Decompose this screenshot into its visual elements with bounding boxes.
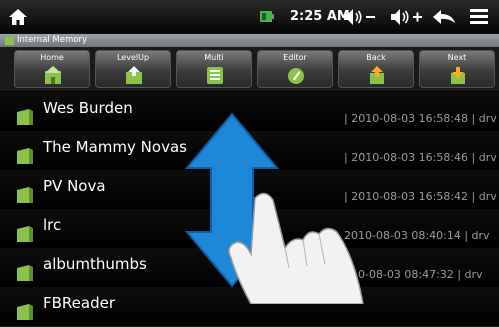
back-arrow-icon[interactable]	[432, 9, 456, 25]
folder-icon	[5, 37, 14, 45]
list-item[interactable]: albumthumbs 010-08-03 08:47:32 | drv	[0, 248, 499, 288]
clock: 2:25 AM	[290, 9, 350, 24]
file-name: Wes Burden	[43, 99, 133, 117]
file-name: albumthumbs	[43, 255, 147, 273]
next-button-label: Next	[447, 53, 467, 62]
list-item[interactable]: Wes Burden | 2010-08-03 16:58:48 | drv	[0, 92, 499, 132]
folder-icon	[17, 265, 33, 281]
folder-icon	[17, 226, 33, 242]
path-bar: Internal Memory	[0, 34, 499, 47]
next-button[interactable]: Next	[419, 50, 495, 88]
next-arrow-icon	[451, 67, 465, 84]
file-meta: | 2010-08-03 16:58:48 | drv	[344, 112, 497, 125]
file-name: The Mammy Novas	[43, 138, 187, 156]
levelup-folder-icon	[126, 66, 142, 84]
list-item[interactable]: PV Nova | 2010-08-03 16:58:42 | drv	[0, 170, 499, 210]
file-name: FBReader	[43, 294, 116, 312]
status-bar: 2:25 AM	[0, 0, 499, 34]
path-label: Internal Memory	[17, 35, 88, 45]
file-meta: | 2010-08-03 16:58:42 | drv	[344, 190, 497, 203]
home-button[interactable]: Home	[14, 50, 90, 88]
battery-icon	[260, 11, 274, 22]
back-arrow-icon	[370, 66, 384, 84]
speaker-icon	[344, 9, 375, 25]
back-button[interactable]: Back	[338, 50, 414, 88]
editor-button-label: Editor	[283, 53, 307, 62]
list-item[interactable]: lrc 2010-08-03 08:40:14 | drv	[0, 209, 499, 249]
editor-button[interactable]: Editor	[257, 50, 333, 88]
file-name: lrc	[43, 216, 62, 234]
file-meta: 010-08-03 08:47:32 | drv	[344, 268, 483, 281]
speaker-icon	[391, 9, 422, 25]
levelup-button-label: LevelUp	[116, 53, 150, 62]
multi-list-icon	[207, 67, 223, 84]
file-meta: | 2010-08-03 16:58:46 | drv	[344, 151, 497, 164]
folder-icon	[17, 304, 33, 320]
home-icon[interactable]	[8, 8, 28, 26]
toolbar: Home LevelUp Multi Editor Back Next	[0, 47, 499, 91]
list-item[interactable]: The Mammy Novas | 2010-08-03 16:58:46 | …	[0, 131, 499, 171]
list-item[interactable]: FBReader	[0, 287, 499, 327]
multi-button[interactable]: Multi	[176, 50, 252, 88]
file-list[interactable]: Wes Burden | 2010-08-03 16:58:48 | drv T…	[0, 92, 499, 327]
levelup-button[interactable]: LevelUp	[95, 50, 171, 88]
home-button-label: Home	[40, 53, 64, 62]
home-folder-icon	[45, 66, 61, 84]
editor-disc-icon	[288, 68, 304, 84]
folder-icon	[17, 187, 33, 203]
volume-down-button[interactable]	[343, 8, 377, 26]
file-meta: 2010-08-03 08:40:14 | drv	[344, 229, 490, 242]
back-button-label: Back	[366, 53, 386, 62]
menu-icon[interactable]	[469, 8, 489, 25]
file-name: PV Nova	[43, 177, 106, 195]
multi-button-label: Multi	[204, 53, 224, 62]
folder-icon	[17, 109, 33, 125]
folder-icon	[17, 148, 33, 164]
volume-up-button[interactable]	[390, 8, 424, 26]
